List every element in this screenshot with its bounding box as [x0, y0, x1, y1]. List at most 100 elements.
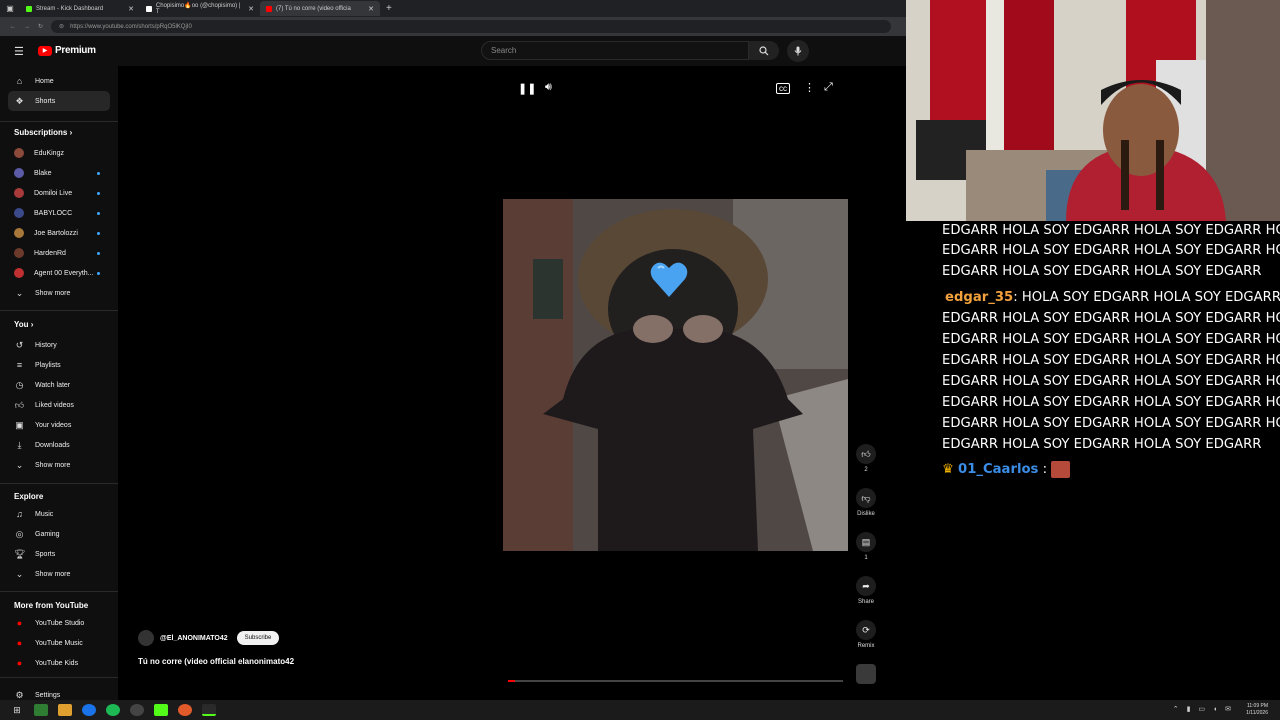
- divider: [0, 677, 118, 678]
- sidebar-item-label: Joe Bartolozzi: [34, 229, 78, 237]
- chevron-down-icon: ⌄: [15, 568, 24, 579]
- sound-action[interactable]: [852, 664, 880, 684]
- blue-heart-emoji-icon: [650, 262, 688, 297]
- browser-icon[interactable]: [178, 704, 192, 716]
- tab-actions-icon[interactable]: ▣: [0, 4, 20, 13]
- close-icon[interactable]: ✕: [248, 5, 254, 13]
- browser-tab-tiktok[interactable]: Chopisimo🔥oo (@chopisimo) | T ✕: [140, 1, 260, 16]
- sidebar-item-sports[interactable]: 🏆︎ Sports: [8, 544, 110, 564]
- video-progress-bar[interactable]: [508, 680, 843, 682]
- sidebar-item-watch-later[interactable]: ◷ Watch later: [8, 375, 110, 395]
- sidebar-item-shorts[interactable]: ❖ Shorts: [8, 91, 110, 111]
- gear-icon: ⚙: [15, 689, 24, 700]
- forward-icon[interactable]: →: [24, 24, 30, 30]
- share-action[interactable]: ➦ Share: [852, 576, 880, 605]
- sidebar-item-music[interactable]: ♫ Music: [8, 504, 110, 524]
- sidebar-item-subscription[interactable]: EduKingz: [8, 143, 110, 163]
- dislike-action[interactable]: 👎︎ Dislike: [852, 488, 880, 517]
- video-title[interactable]: Tú no corre (video official elanonimato4…: [138, 657, 294, 666]
- sidebar-item-history[interactable]: ↺ History: [8, 335, 110, 355]
- mic-icon: [794, 46, 802, 56]
- close-icon[interactable]: ✕: [128, 5, 134, 13]
- chat-message-line: EDGARR HOLA SOY EDGARR HOLA SOY EDGARR H…: [942, 416, 1280, 431]
- pause-icon[interactable]: ❚❚: [518, 82, 536, 95]
- remix-icon[interactable]: ⟳: [856, 620, 876, 640]
- more-vert-icon[interactable]: ⋮: [804, 81, 815, 94]
- sidebar-item-subscription[interactable]: Joe Bartolozzi: [8, 223, 110, 243]
- thumbs-down-icon[interactable]: 👎︎: [856, 488, 876, 508]
- youtube-logo[interactable]: ▶ Premium: [38, 45, 96, 56]
- you-heading[interactable]: You ›: [14, 320, 33, 329]
- site-info-icon[interactable]: ⊜: [59, 23, 64, 30]
- sidebar-item-youtube-kids[interactable]: ● YouTube Kids: [8, 653, 110, 673]
- fullscreen-icon[interactable]: ⤢: [824, 81, 833, 94]
- sidebar-item-your-videos[interactable]: ▣ Your videos: [8, 415, 110, 435]
- shorts-player[interactable]: ❚❚ 🔊︎ cc ⋮ ⤢: [503, 69, 848, 684]
- show-more-you[interactable]: ⌄ Show more: [8, 455, 110, 475]
- tiktok-icon: [146, 5, 152, 12]
- sidebar-item-playlists[interactable]: ≡ Playlists: [8, 355, 110, 375]
- explore-heading: Explore: [14, 492, 44, 501]
- new-content-dot: [97, 271, 100, 275]
- search-input[interactable]: Search: [481, 41, 749, 60]
- video-icon: ▣: [15, 419, 24, 430]
- sidebar-item-subscription[interactable]: HardenRd: [8, 243, 110, 263]
- obs-icon[interactable]: [130, 704, 144, 716]
- spotify-icon[interactable]: [106, 704, 120, 716]
- video-frame[interactable]: [503, 199, 848, 551]
- show-more-subscriptions[interactable]: ⌄ Show more: [8, 283, 110, 303]
- volume-icon[interactable]: 🔊︎: [545, 81, 552, 94]
- sound-thumbnail-icon[interactable]: [856, 664, 876, 684]
- sidebar-item-label: History: [35, 341, 57, 349]
- sidebar-item-youtube-music[interactable]: ● YouTube Music: [8, 633, 110, 653]
- thumbs-up-icon[interactable]: 👍︎: [856, 444, 876, 464]
- reload-icon[interactable]: ↻: [38, 23, 43, 30]
- video-progress-fill: [508, 680, 515, 682]
- crown-icon: ♛: [942, 462, 954, 477]
- sidebar-item-subscription[interactable]: Blake: [8, 163, 110, 183]
- windows-start-icon[interactable]: ⊞: [10, 704, 24, 716]
- captions-icon[interactable]: cc: [776, 83, 790, 94]
- sidebar-item-subscription[interactable]: Domiloi Live: [8, 183, 110, 203]
- windows-taskbar: ⊞ ⌃ ▮ ▭ ◖ ✉ 11:09 PM 1/11/2026: [0, 700, 1280, 720]
- kick-icon[interactable]: [154, 704, 168, 716]
- terminal-icon[interactable]: [202, 704, 216, 716]
- share-label: Share: [857, 599, 874, 605]
- sidebar-item-gaming[interactable]: ◎ Gaming: [8, 524, 110, 544]
- comments-action[interactable]: ▤ 1: [852, 532, 880, 561]
- clock-icon: ◷: [15, 379, 24, 390]
- new-content-dot: [97, 171, 100, 175]
- sidebar-item-liked-videos[interactable]: 👍︎ Liked videos: [8, 395, 110, 415]
- folder-icon[interactable]: [58, 704, 72, 716]
- subscribe-button[interactable]: Subscribe: [236, 631, 280, 645]
- thumbs-up-icon: 👍︎: [14, 399, 25, 410]
- new-tab-icon[interactable]: +: [386, 3, 392, 14]
- address-field[interactable]: ⊜ https://www.youtube.com/shorts/pRqO5lK…: [51, 20, 892, 33]
- system-tray-icons[interactable]: ⌃ ▮ ▭ ◖ ✉: [1173, 705, 1234, 713]
- subscriptions-heading[interactable]: Subscriptions ›: [14, 128, 72, 137]
- sidebar-item-label: Sports: [35, 550, 56, 558]
- sidebar-item-subscription[interactable]: Agent 00 Everyth...: [8, 263, 110, 283]
- search-button[interactable]: [749, 41, 779, 60]
- like-action[interactable]: 👍︎ 2: [852, 444, 880, 473]
- remix-action[interactable]: ⟳ Remix: [852, 620, 880, 649]
- close-icon[interactable]: ✕: [368, 5, 374, 13]
- chrome-icon[interactable]: [82, 704, 96, 716]
- clock[interactable]: 11:09 PM 1/11/2026: [1246, 703, 1268, 717]
- divider: [0, 591, 118, 592]
- back-icon[interactable]: ←: [10, 24, 16, 30]
- browser-tab-kick[interactable]: Stream - Kick Dashboard ✕: [20, 1, 140, 16]
- share-icon[interactable]: ➦: [856, 576, 876, 596]
- menu-icon[interactable]: ☰: [14, 45, 24, 58]
- avatar[interactable]: [138, 630, 154, 646]
- sidebar-item-subscription[interactable]: BABYLOCC: [8, 203, 110, 223]
- sidebar-item-youtube-studio[interactable]: ● YouTube Studio: [8, 613, 110, 633]
- sidebar-item-downloads[interactable]: ⤓ Downloads: [8, 435, 110, 455]
- browser-tab-youtube[interactable]: (7) Tú no corre (video officia ✕: [260, 1, 380, 16]
- voice-search-button[interactable]: [787, 40, 809, 62]
- comment-icon[interactable]: ▤: [856, 532, 876, 552]
- show-more-explore[interactable]: ⌄ Show more: [8, 564, 110, 584]
- channel-name[interactable]: @El_ANONIMATO42: [160, 635, 228, 642]
- app-icon[interactable]: [34, 704, 48, 716]
- sidebar-item-home[interactable]: ⌂ Home: [8, 71, 110, 91]
